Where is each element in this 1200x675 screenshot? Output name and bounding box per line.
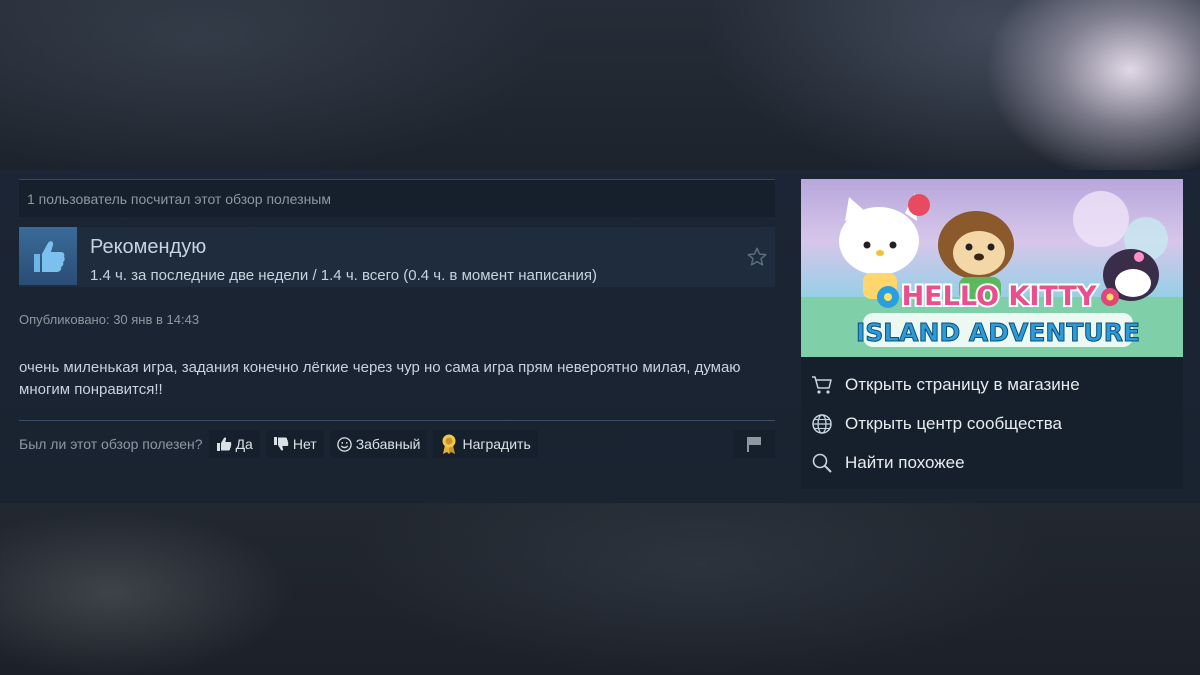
globe-icon	[812, 414, 832, 434]
game-capsule-art: HELLO KITTY ISLAND ADVENTURE	[801, 191, 1183, 357]
thumbs-up-icon	[34, 241, 65, 272]
vote-question: Был ли этот обзор полезен?	[19, 436, 203, 452]
game-sidebar: HELLO KITTY ISLAND ADVENTURE Открыть стр…	[801, 179, 1183, 489]
search-icon	[812, 453, 832, 473]
find-similar-link[interactable]: Найти похожее	[811, 451, 965, 475]
thumbs-up-small-icon	[216, 437, 231, 451]
open-community-hub-link[interactable]: Открыть центр сообщества	[811, 412, 1062, 436]
vote-funny-label: Забавный	[355, 436, 421, 452]
game-logo-line2: ISLAND ADVENTURE	[856, 318, 1140, 347]
vote-no-label: Нет	[292, 436, 317, 452]
smiley-icon	[336, 436, 352, 452]
find-similar-label: Найти похожее	[845, 453, 965, 472]
review-body: очень миленькая игра, задания конечно лё…	[19, 359, 741, 398]
recommendation-verdict: Рекомендую	[90, 236, 207, 258]
report-flag-button[interactable]	[733, 430, 775, 458]
helpful-count-bar: 1 пользователь посчитал этот обзор полез…	[19, 179, 775, 217]
vote-yes-label: Да	[235, 436, 253, 452]
open-store-page-label: Открыть страницу в магазине	[845, 375, 1080, 394]
open-store-page-link[interactable]: Открыть страницу в магазине	[811, 373, 1080, 397]
award-ribbon-icon	[442, 434, 456, 454]
vote-funny-button[interactable]: Забавный	[329, 430, 428, 458]
vote-no-button[interactable]: Нет	[265, 430, 324, 458]
flag-icon	[747, 437, 761, 452]
game-logo-line1: HELLO KITTY	[902, 281, 1097, 312]
award-label: Наградить	[462, 436, 531, 452]
background-blur-bottom	[0, 503, 1200, 675]
vote-row: Был ли этот обзор полезен? Да Нет Забавн…	[19, 430, 775, 458]
star-icon[interactable]	[746, 246, 768, 268]
vote-yes-button[interactable]: Да	[208, 430, 260, 458]
open-community-hub-label: Открыть центр сообщества	[845, 414, 1063, 433]
background-blur-top	[0, 0, 1200, 170]
game-capsule-image[interactable]: HELLO KITTY ISLAND ADVENTURE	[801, 179, 1183, 357]
helpful-count-text: 1 пользователь посчитал этот обзор полез…	[27, 191, 331, 207]
thumbs-down-small-icon	[273, 437, 289, 451]
divider	[19, 420, 775, 421]
playtime-hours: 1.4 ч. за последние две недели / 1.4 ч. …	[90, 267, 597, 284]
award-button[interactable]: Наградить	[433, 430, 538, 458]
cart-icon	[812, 376, 832, 394]
thumbs-up-tile[interactable]	[19, 227, 77, 285]
recommendation-header: Рекомендую 1.4 ч. за последние две недел…	[19, 227, 775, 287]
published-date: Опубликовано: 30 янв в 14:43	[19, 312, 200, 327]
